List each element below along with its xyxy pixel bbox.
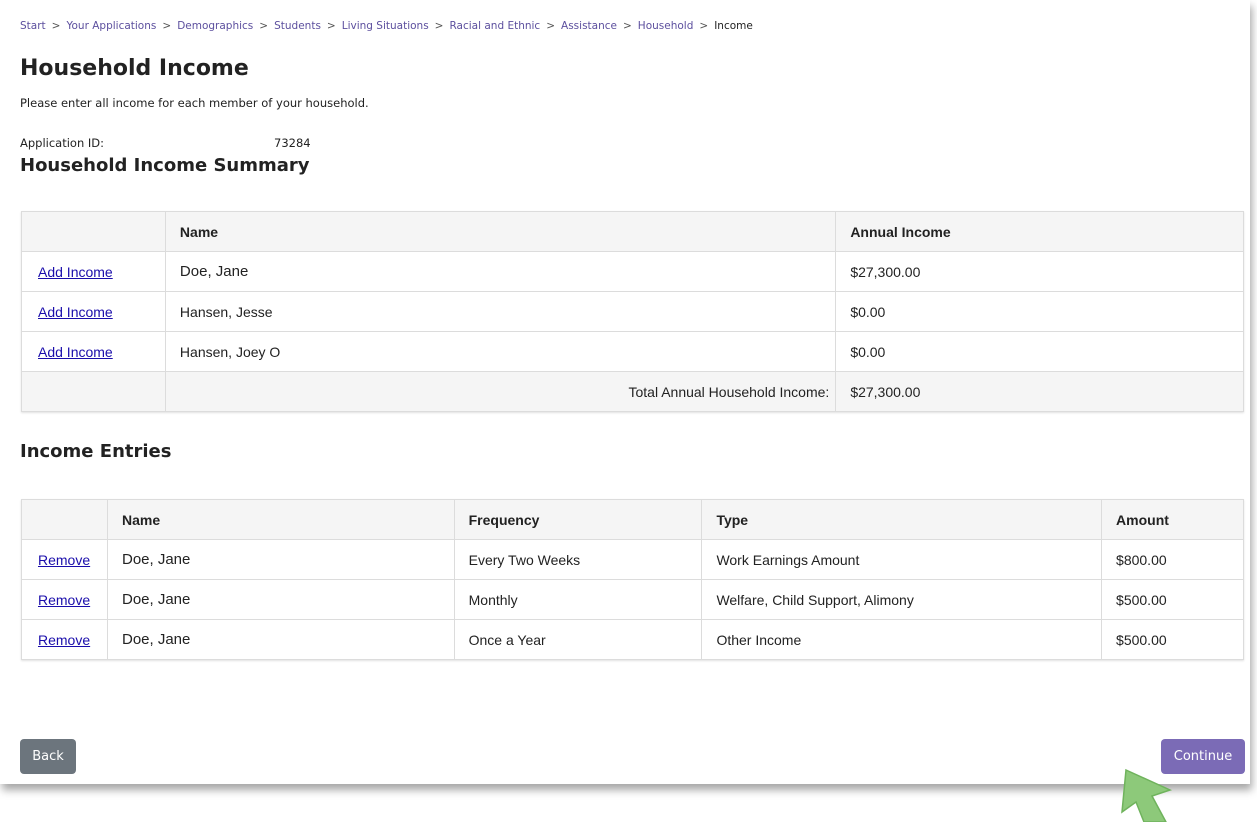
- table-row: Add Income Hansen, Joey O $0.00: [21, 331, 1244, 372]
- member-name: Hansen, Joey O: [164, 331, 837, 372]
- type-value: Other Income: [701, 619, 1103, 660]
- name-column-header: Name: [106, 499, 455, 540]
- action-cell: Remove: [21, 539, 108, 580]
- income-entries-table: Name Frequency Type Amount Remove Doe, J…: [21, 499, 1244, 660]
- instructions-text: Please enter all income for each member …: [20, 96, 369, 110]
- member-name: Doe, Jane: [164, 251, 837, 292]
- member-name: Hansen, Jesse: [164, 291, 837, 332]
- frequency-column-header: Frequency: [453, 499, 703, 540]
- breadcrumb-demographics[interactable]: Demographics: [177, 20, 253, 32]
- member-name: Doe, Jane: [106, 619, 455, 660]
- application-id-value: 73284: [274, 136, 311, 150]
- frequency-value: Monthly: [453, 579, 703, 620]
- page: Start > Your Applications > Demographics > Stu…: [0, 0, 1250, 784]
- table-row: Remove Doe, Jane Every Two Weeks Work Ea…: [21, 539, 1244, 580]
- total-label: Total Annual Household Income:: [164, 371, 837, 412]
- action-cell: Add Income: [21, 331, 166, 372]
- action-cell: Add Income: [21, 251, 166, 292]
- continue-button[interactable]: Continue: [1161, 739, 1245, 774]
- breadcrumb-start[interactable]: Start: [20, 20, 46, 32]
- breadcrumb-separator: >: [546, 20, 556, 32]
- breadcrumb-separator: >: [434, 20, 444, 32]
- table-header-row: Name Annual Income: [21, 211, 1244, 252]
- add-income-link[interactable]: Add Income: [38, 304, 113, 320]
- add-income-link[interactable]: Add Income: [38, 344, 113, 360]
- back-button[interactable]: Back: [20, 739, 76, 774]
- type-value: Work Earnings Amount: [701, 539, 1103, 580]
- total-value: $27,300.00: [835, 371, 1244, 412]
- breadcrumb-assistance[interactable]: Assistance: [561, 20, 617, 32]
- breadcrumb-living-situations[interactable]: Living Situations: [342, 20, 429, 32]
- annual-income-value: $0.00: [835, 291, 1244, 332]
- total-row: Total Annual Household Income: $27,300.0…: [21, 371, 1244, 412]
- breadcrumb-racial-and-ethnic[interactable]: Racial and Ethnic: [449, 20, 540, 32]
- type-value: Welfare, Child Support, Alimony: [701, 579, 1103, 620]
- amount-value: $500.00: [1101, 579, 1244, 620]
- member-name: Doe, Jane: [106, 539, 455, 580]
- table-row: Add Income Doe, Jane $27,300.00: [21, 251, 1244, 292]
- summary-title: Household Income Summary: [20, 155, 310, 176]
- entries-title: Income Entries: [20, 441, 172, 462]
- breadcrumb-separator: >: [699, 20, 709, 32]
- income-summary-table: Name Annual Income Add Income Doe, Jane …: [21, 211, 1244, 412]
- breadcrumb-current: Income: [714, 20, 753, 32]
- name-column-header: Name: [164, 211, 837, 252]
- page-title: Household Income: [20, 56, 249, 81]
- member-name: Doe, Jane: [106, 579, 455, 620]
- remove-link[interactable]: Remove: [38, 632, 90, 648]
- table-row: Add Income Hansen, Jesse $0.00: [21, 291, 1244, 332]
- breadcrumb-separator: >: [622, 20, 632, 32]
- annual-income-value: $0.00: [835, 331, 1244, 372]
- annual-income-column-header: Annual Income: [835, 211, 1244, 252]
- breadcrumb-household[interactable]: Household: [638, 20, 694, 32]
- remove-link[interactable]: Remove: [38, 552, 90, 568]
- amount-column-header: Amount: [1101, 499, 1244, 540]
- action-column-header: [21, 499, 108, 540]
- breadcrumb-your-applications[interactable]: Your Applications: [66, 20, 156, 32]
- frequency-value: Once a Year: [453, 619, 703, 660]
- action-cell: Remove: [21, 619, 108, 660]
- table-row: Remove Doe, Jane Monthly Welfare, Child …: [21, 579, 1244, 620]
- annual-income-value: $27,300.00: [835, 251, 1244, 292]
- breadcrumb-separator: >: [259, 20, 269, 32]
- action-cell: Add Income: [21, 291, 166, 332]
- remove-link[interactable]: Remove: [38, 592, 90, 608]
- breadcrumb-separator: >: [162, 20, 172, 32]
- total-empty-cell: [21, 371, 166, 412]
- breadcrumb-separator: >: [326, 20, 336, 32]
- frequency-value: Every Two Weeks: [453, 539, 703, 580]
- amount-value: $800.00: [1101, 539, 1244, 580]
- amount-value: $500.00: [1101, 619, 1244, 660]
- breadcrumb-separator: >: [51, 20, 61, 32]
- breadcrumb-students[interactable]: Students: [274, 20, 321, 32]
- action-column-header: [21, 211, 166, 252]
- action-cell: Remove: [21, 579, 108, 620]
- table-row: Remove Doe, Jane Once a Year Other Incom…: [21, 619, 1244, 660]
- breadcrumb: Start > Your Applications > Demographics > Stu…: [20, 20, 753, 32]
- application-id-label: Application ID:: [20, 136, 105, 150]
- table-header-row: Name Frequency Type Amount: [21, 499, 1244, 540]
- add-income-link[interactable]: Add Income: [38, 264, 113, 280]
- type-column-header: Type: [701, 499, 1103, 540]
